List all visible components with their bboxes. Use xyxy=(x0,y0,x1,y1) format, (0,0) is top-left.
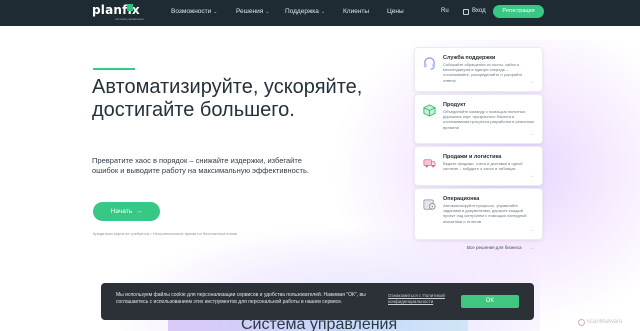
hero-accent-line xyxy=(93,68,135,70)
login-link[interactable]: Вход xyxy=(472,8,486,14)
chevron-down-icon: ⌄ xyxy=(320,9,326,15)
nav-item-prices[interactable]: Цены xyxy=(387,8,404,15)
cookie-banner: Мы используем файлы cookie для персонали… xyxy=(101,283,534,320)
headset-icon xyxy=(423,57,436,70)
card-description: Автоматизируйте процессы, управляйте зад… xyxy=(443,203,527,224)
privacy-policy-link[interactable]: Ознакомиться с Политикой конфиденциально… xyxy=(388,293,448,305)
delivery-icon xyxy=(423,159,436,168)
cookie-ok-button[interactable]: OK xyxy=(461,295,519,308)
chevron-down-icon: ⌄ xyxy=(265,9,270,15)
card-description: Собирайте обращения из почты, сайта и ме… xyxy=(443,62,523,83)
arrow-right-icon[interactable]: → xyxy=(530,245,535,250)
language-switch[interactable]: Ru xyxy=(441,8,449,14)
hero-description: Превратите хаос в порядок – снижайте изд… xyxy=(92,156,309,175)
card-sales-logistics[interactable]: Продажи и логистика Ведите продажи, счет… xyxy=(414,146,543,186)
card-operations[interactable]: Операционка Автоматизируйте процессы, уп… xyxy=(414,188,543,240)
nav-item-features[interactable]: Возможности ⌄ xyxy=(171,8,217,15)
register-button[interactable]: Регистрация xyxy=(493,5,544,18)
card-title: Операционка xyxy=(443,196,480,202)
gear-icon xyxy=(423,199,436,210)
card-description: Ведите продажи, счета и доставки в одной… xyxy=(443,161,523,172)
arrow-right-icon: → xyxy=(529,173,534,179)
nav-item-support[interactable]: Поддержка ⌄ xyxy=(285,8,325,15)
watermark-shield-icon xyxy=(578,319,585,326)
logo-subtitle: система управления xyxy=(115,17,144,21)
card-description: Объединяйте команду с помощью понятных д… xyxy=(443,109,534,130)
start-button[interactable]: Начать → xyxy=(93,202,160,221)
watermark: ScanMalware xyxy=(586,319,623,325)
arrow-right-icon: → xyxy=(529,79,534,85)
card-title: Служба поддержки xyxy=(443,55,496,61)
all-solutions-link[interactable]: Все решения для бизнеса xyxy=(467,245,522,250)
cookie-text: Мы используем файлы cookie для персонали… xyxy=(116,292,366,305)
card-product[interactable]: Продукт Объединяйте команду с помощью по… xyxy=(414,94,543,144)
card-title: Продажи и логистика xyxy=(443,154,502,160)
arrow-right-icon: → xyxy=(529,227,534,233)
card-support-service[interactable]: Служба поддержки Собирайте обращения из … xyxy=(414,47,543,92)
hero-title: Автоматизируйте, ускоряйте, достигайте б… xyxy=(92,76,363,121)
top-navigation-bar: planfix система управления Возможности ⌄ … xyxy=(0,0,640,26)
logo-mark-icon xyxy=(127,4,133,11)
login-icon[interactable] xyxy=(463,9,469,15)
nav-item-solutions[interactable]: Решения ⌄ xyxy=(236,8,269,15)
cube-icon xyxy=(423,104,436,117)
hero-note: Кредитная карта не требуется • Неогранич… xyxy=(93,231,238,236)
chevron-down-icon: ⌄ xyxy=(213,9,218,15)
nav-item-clients[interactable]: Клиенты xyxy=(343,8,369,15)
card-title: Продукт xyxy=(443,102,466,108)
arrow-right-icon: → xyxy=(529,131,534,137)
